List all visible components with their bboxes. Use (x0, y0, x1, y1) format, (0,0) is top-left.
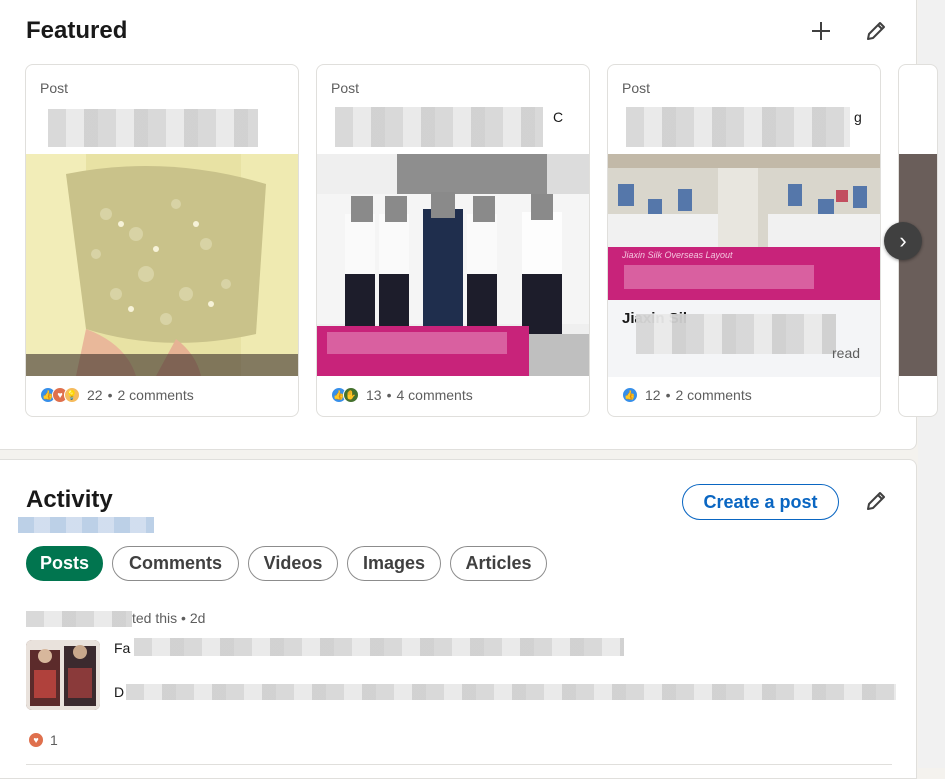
post-reaction-count: 1 (50, 732, 58, 748)
featured-card-image (317, 154, 589, 376)
featured-card-title (40, 107, 286, 147)
caption-banner-text: Jiaxin Silk Overseas Layout (622, 250, 733, 260)
separator-dot: • (386, 387, 392, 403)
title-fragment: C (553, 109, 564, 125)
comment-count[interactable]: 2 comments (675, 387, 751, 403)
featured-card[interactable]: Post C 👍 ✋ 13 • 4 comments (316, 64, 590, 417)
read-time: read (832, 345, 861, 361)
insight-icon: 💡 (64, 387, 80, 403)
post-reactions[interactable]: ♥ 1 (28, 732, 58, 748)
reaction-count: 22 (87, 387, 103, 403)
reaction-count: 12 (645, 387, 661, 403)
like-icon: 👍 (622, 387, 638, 403)
post-line-2-prefix: D (114, 684, 125, 700)
caption-banner: Jiaxin Silk Overseas Layout (608, 247, 880, 300)
featured-card-image (899, 154, 937, 376)
featured-section: Featured Post 👍 ♥ 💡 22 • 2 comments Post… (0, 0, 938, 450)
reaction-icons: 👍 ✋ (331, 387, 359, 403)
featured-card-social[interactable]: 👍 12 • 2 comments (622, 387, 752, 403)
featured-title: Featured (26, 17, 128, 44)
article-headline: Jiaxin Sil read (608, 300, 880, 377)
filter-posts[interactable]: Posts (26, 546, 103, 581)
featured-card-type: Post (40, 80, 69, 96)
chevron-right-icon: › (899, 228, 907, 253)
featured-card[interactable]: Post 👍 ♥ 💡 22 • 2 comments (25, 64, 299, 417)
title-fragment: g (854, 109, 862, 125)
separator-dot: • (107, 387, 113, 403)
create-post-button[interactable]: Create a post (682, 484, 839, 520)
follower-count[interactable] (18, 517, 154, 533)
featured-card-social[interactable]: 👍 ✋ 13 • 4 comments (331, 387, 473, 403)
carousel-next-button[interactable]: › (884, 222, 922, 260)
filter-videos[interactable]: Videos (248, 546, 338, 581)
filter-comments[interactable]: Comments (112, 546, 239, 581)
featured-card-type: Post (622, 80, 651, 96)
featured-card-image (608, 154, 880, 247)
filter-articles[interactable]: Articles (450, 546, 547, 581)
reaction-icons: 👍 ♥ 💡 (40, 387, 80, 403)
love-icon: ♥ (28, 732, 44, 748)
filter-images[interactable]: Images (347, 546, 441, 581)
featured-card-title: g (622, 107, 868, 147)
post-thumbnail[interactable] (26, 640, 100, 710)
featured-card-social[interactable]: 👍 ♥ 💡 22 • 2 comments (40, 387, 194, 403)
pencil-icon (867, 492, 885, 510)
plus-icon (812, 22, 830, 40)
edit-featured-button[interactable] (858, 13, 894, 49)
featured-card[interactable]: Post g Jiaxin Silk Overseas Layout Jiaxi… (607, 64, 881, 417)
edit-activity-button[interactable] (858, 483, 894, 519)
post-line-1-prefix: Fa (114, 640, 131, 656)
add-featured-button[interactable] (803, 13, 839, 49)
comment-count[interactable]: 4 comments (396, 387, 472, 403)
reaction-count: 13 (366, 387, 382, 403)
divider (26, 764, 892, 765)
pencil-icon (867, 22, 885, 40)
separator-dot: • (665, 387, 671, 403)
support-icon: ✋ (343, 387, 359, 403)
featured-card-type: Post (331, 80, 360, 96)
featured-card-title: C (331, 107, 577, 147)
activity-section: Activity Create a post Posts Comments Vi… (0, 459, 917, 779)
activity-title: Activity (26, 486, 113, 513)
reaction-icons: 👍 (622, 387, 638, 403)
post-meta: ted this • 2d (132, 610, 206, 626)
comment-count[interactable]: 2 comments (117, 387, 193, 403)
featured-card-image (26, 154, 298, 376)
